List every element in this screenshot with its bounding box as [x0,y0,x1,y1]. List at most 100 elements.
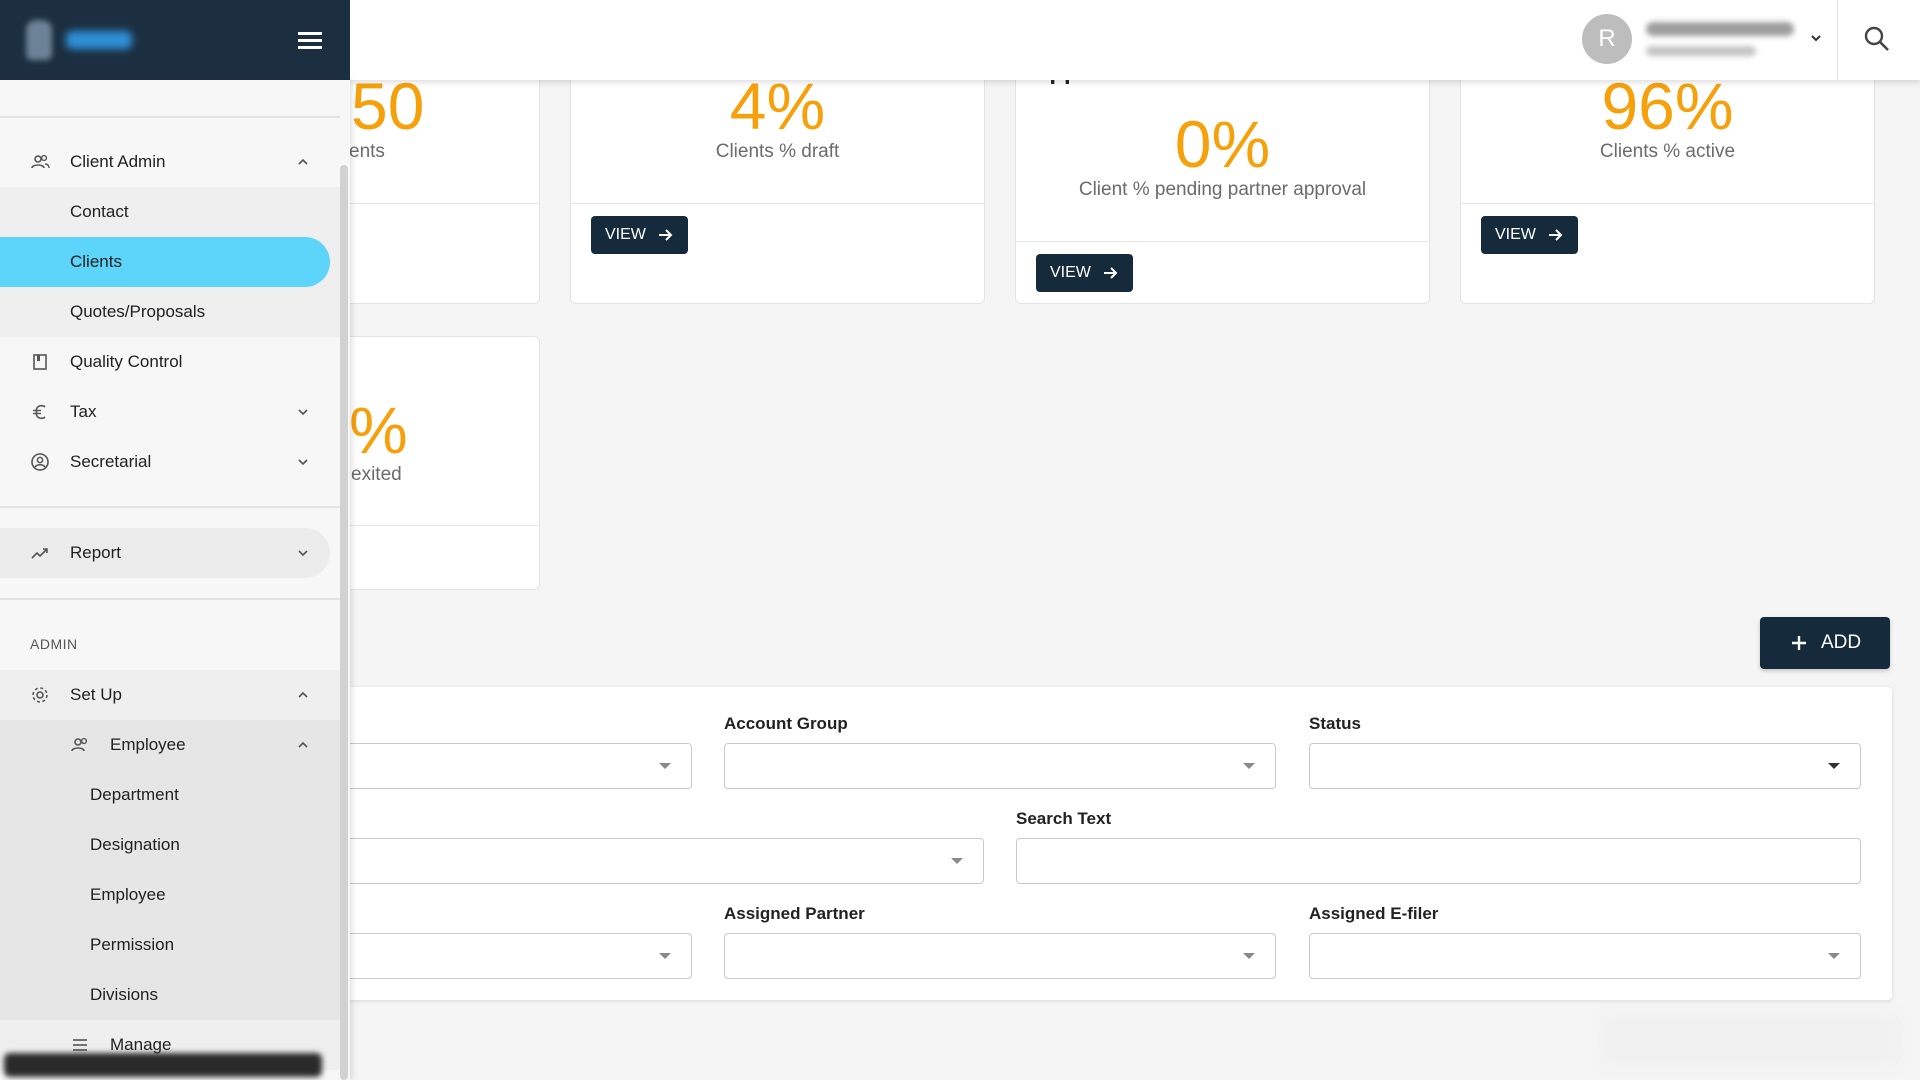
chevron-up-icon[interactable] [296,155,310,169]
caret-down-icon [1828,763,1840,769]
stat-card-draft: 4% Clients % draft VIEW [570,60,985,304]
euro-icon [33,404,46,420]
blurred-status-bar [4,1053,322,1077]
card-divider [571,203,984,204]
view-button-label: VIEW [605,226,646,243]
chevron-down-icon[interactable] [296,455,310,469]
sidebar-item-label: Tax [70,402,97,421]
sidebar-item-client-admin[interactable]: Client Admin [0,137,340,187]
users-icon [31,154,50,169]
view-button[interactable]: VIEW [1036,254,1133,292]
arrow-right-icon [1548,229,1563,241]
user-info[interactable] [1646,22,1796,56]
sidebar-item-label: Set Up [70,685,122,704]
plus-icon [1791,636,1806,650]
sidebar-scrollbar[interactable] [340,165,348,1080]
filter-panel: Account Group Status Search Text Assigne… [340,687,1892,1000]
stat-label: Client % pending partner approval [1078,179,1367,200]
caret-down-icon [1828,953,1840,959]
search-text-input[interactable] [1016,838,1861,884]
user-menu[interactable]: R [1582,14,1796,64]
sidebar-item-secretarial[interactable]: Secretarial [0,437,340,487]
stat-value: % [349,393,408,467]
sidebar-item-report[interactable]: Report [0,528,330,578]
caret-down-icon [1243,763,1255,769]
sidebar-item-label: Quality Control [70,352,183,371]
sidebar-divider [0,116,340,118]
brand-logo [26,20,52,60]
sidebar-item-label: Clients [70,252,122,271]
sidebar: Client Admin Contact Clients Quotes/Prop… [0,80,350,1080]
caret-down-icon [951,858,963,864]
sidebar-item-quality-control[interactable]: Quality Control [0,337,340,387]
sidebar-item-label: Contact [70,202,129,221]
hamburger-menu-icon[interactable] [296,28,324,52]
caret-down-icon [1243,953,1255,959]
status-label: Status [1309,714,1361,733]
assigned-partner-label: Assigned Partner [724,904,865,923]
stat-value: 4% [729,69,826,143]
assigned-partner-select[interactable] [724,933,1276,979]
assigned-efiler-select[interactable] [1309,933,1861,979]
sidebar-item-department[interactable]: Department [0,770,340,820]
sidebar-item-label: Designation [90,835,180,854]
sidebar-item-designation[interactable]: Designation [0,820,340,870]
sidebar-item-tax[interactable]: Tax [0,387,340,437]
filter-select-1[interactable] [340,743,692,789]
chevron-down-icon[interactable] [296,405,310,419]
arrow-right-icon [1103,267,1118,279]
stat-value: 96% [1601,69,1734,143]
card-divider [1461,203,1874,204]
sidebar-item-label: Quotes/Proposals [70,302,206,321]
account-group-select[interactable] [724,743,1276,789]
card-divider [1016,241,1429,242]
chevron-down-icon[interactable] [296,546,310,560]
sidebar-item-employee[interactable]: Employee [0,870,340,920]
sidebar-divider [0,598,340,600]
search-text-label: Search Text [1016,809,1112,828]
sidebar-item-divisions[interactable]: Divisions [0,970,340,1020]
brand-name-blurred [66,31,132,49]
avatar[interactable]: R [1582,14,1632,64]
sidebar-item-label: Permission [90,935,175,954]
account-circle-icon [31,453,49,471]
chevron-down-icon[interactable] [1808,30,1824,46]
add-button[interactable]: ADD [1760,617,1890,669]
sidebar-item-contact[interactable]: Contact [0,187,340,237]
sidebar-item-clients[interactable]: Clients [0,237,330,287]
book-icon [33,354,47,370]
stat-value: 50 [351,69,425,143]
sidebar-item-label: Employee [110,735,186,754]
chevron-up-icon[interactable] [296,688,310,702]
sidebar-item-employee-group[interactable]: Employee [0,720,340,770]
stat-value: 0% [1174,107,1271,181]
view-button-label: VIEW [1050,264,1091,281]
filter-select-3[interactable] [340,933,692,979]
stat-label: Clients % active [1599,141,1736,162]
sidebar-item-label: Divisions [90,985,159,1004]
view-button[interactable]: VIEW [1481,216,1578,254]
sidebar-item-setup[interactable]: Set Up [0,670,340,720]
sidebar-item-permission[interactable]: Permission [0,920,340,970]
sidebar-divider [0,506,340,508]
stat-label: exited [351,464,402,485]
caret-down-icon [659,763,671,769]
users-icon [71,737,88,752]
user-name-blurred [1646,22,1794,36]
trending-up-icon [31,548,48,559]
header-divider [1837,0,1838,80]
chevron-up-icon[interactable] [296,738,310,752]
view-button[interactable]: VIEW [591,216,688,254]
view-button-label: VIEW [1495,226,1536,243]
stat-label: ents [349,141,385,162]
search-icon[interactable] [1862,24,1892,54]
assigned-efiler-label: Assigned E-filer [1309,904,1439,923]
sidebar-item-label: Secretarial [70,452,152,471]
sidebar-item-label: Department [90,785,179,804]
sidebar-item-quotes-proposals[interactable]: Quotes/Proposals [0,287,340,337]
filter-select-2[interactable] [340,838,984,884]
status-select[interactable] [1309,743,1861,789]
add-button-label: ADD [1820,632,1862,653]
arrow-right-icon [658,229,673,241]
sidebar-item-label: Client Admin [70,152,166,171]
